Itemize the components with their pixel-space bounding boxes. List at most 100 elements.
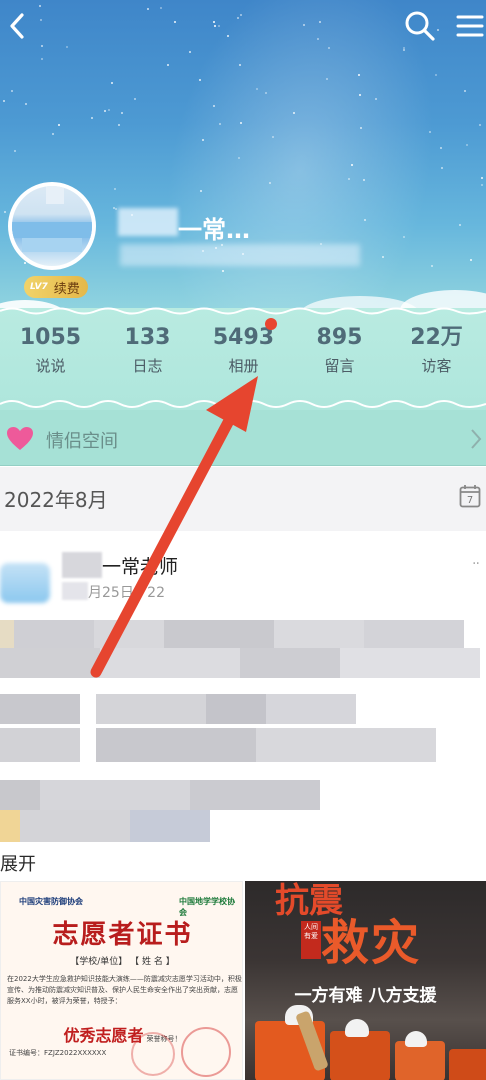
stat-messages[interactable]: 895 留言	[291, 322, 388, 378]
profile-avatar[interactable]	[8, 182, 96, 270]
certificate-award-text: 优秀志愿者	[63, 1026, 144, 1045]
star	[382, 256, 384, 258]
star	[174, 21, 176, 23]
rescue-worker	[449, 1049, 486, 1080]
worker-helmet	[345, 1019, 369, 1037]
wave-border-top	[0, 307, 486, 315]
couple-space-label: 情侣空间	[46, 431, 118, 452]
redacted-text-block	[94, 620, 164, 648]
stat-shuoshuo[interactable]: 1055 说说	[2, 322, 99, 378]
stat-label: 相册	[228, 357, 259, 375]
star	[240, 122, 242, 124]
back-button[interactable]	[0, 8, 36, 44]
post-author-name[interactable]: 一常老师	[102, 552, 178, 579]
certificate-org-left: 中国灾害防御协会	[19, 897, 83, 906]
redacted-text-block	[20, 810, 130, 842]
star	[199, 79, 201, 81]
star	[435, 74, 437, 76]
star	[52, 133, 54, 135]
star	[464, 90, 466, 92]
author-name-redacted	[62, 552, 102, 578]
star	[326, 78, 328, 80]
date-redacted	[62, 582, 88, 600]
star	[167, 64, 169, 66]
star	[118, 124, 120, 126]
vip-level: LV7	[30, 282, 48, 292]
star	[41, 58, 43, 60]
star	[24, 262, 26, 264]
star	[134, 98, 136, 100]
chevron-right-icon	[471, 429, 482, 449]
profile-name[interactable]: 一常…	[178, 210, 250, 245]
star	[481, 184, 483, 186]
redacted-text-block	[130, 810, 210, 842]
calendar-button[interactable]: 7	[459, 484, 481, 512]
star	[66, 46, 68, 48]
search-button[interactable]	[402, 8, 438, 44]
stat-visitors[interactable]: 22万 访客	[388, 322, 485, 378]
poster-main-text: 救灾	[321, 915, 422, 971]
star	[359, 94, 361, 96]
star	[319, 21, 321, 23]
redacted-text-block	[274, 620, 364, 648]
redacted-text-block	[96, 694, 206, 724]
vip-renew-label: 续费	[53, 281, 80, 297]
star	[237, 17, 239, 19]
star	[479, 124, 481, 126]
stat-value: 22万	[410, 325, 463, 350]
avatar-pixel	[46, 186, 64, 204]
star	[160, 7, 162, 9]
red-seal-stamp	[131, 1032, 175, 1076]
stat-blog[interactable]: 133 日志	[99, 322, 196, 378]
star	[466, 144, 468, 146]
redacted-text-block	[0, 694, 80, 724]
star	[470, 259, 472, 261]
menu-button[interactable]	[452, 8, 486, 44]
star	[403, 236, 405, 238]
redacted-text-block	[14, 620, 94, 648]
stat-value: 895	[316, 325, 363, 350]
star	[108, 109, 110, 111]
redacted-text-block	[340, 648, 480, 678]
star	[11, 90, 13, 92]
star	[240, 14, 242, 16]
star	[40, 19, 42, 21]
disaster-relief-poster-image[interactable]: 抗震 人间有爱 救灾 一方有难 八方支援	[245, 881, 486, 1080]
star	[111, 82, 113, 84]
post-date: 月25日1 22	[88, 585, 165, 601]
redacted-text-block	[96, 728, 256, 762]
star	[238, 157, 240, 159]
star	[41, 45, 43, 47]
star	[303, 24, 305, 26]
star	[403, 49, 405, 51]
star	[431, 265, 433, 267]
certificate-title: 志愿者证书	[52, 920, 193, 950]
redacted-text-block	[0, 728, 80, 762]
star	[364, 219, 366, 221]
search-icon	[405, 11, 435, 41]
vip-badge[interactable]: LV7 续费	[24, 276, 88, 298]
star	[213, 21, 215, 23]
expand-link[interactable]: 展开	[0, 850, 36, 876]
star	[481, 177, 483, 179]
stat-value: 133	[124, 325, 171, 350]
stat-label: 说说	[35, 357, 66, 375]
poster-slogan: 一方有难 八方支援	[294, 986, 437, 1006]
signature-redacted	[120, 244, 360, 266]
post-author-avatar[interactable]	[0, 563, 50, 603]
certificate-image[interactable]: 中国灾害防御协会 中国地学学校协会 志愿者证书 【学校/单位】 【 姓 名 】 …	[0, 881, 243, 1080]
post-more-button[interactable]: ··	[472, 556, 480, 572]
redacted-text-block	[206, 694, 266, 724]
star	[360, 127, 362, 129]
stat-album[interactable]: 5493 相册	[195, 322, 292, 378]
redacted-text-block	[40, 780, 190, 810]
star	[269, 182, 271, 184]
star	[25, 103, 27, 105]
timeline-month: 2022年8月	[4, 488, 108, 512]
heart-icon	[7, 427, 33, 450]
star	[213, 105, 215, 107]
star	[256, 88, 258, 90]
star	[219, 123, 221, 125]
star	[239, 64, 241, 66]
hamburger-menu-icon	[456, 15, 484, 37]
